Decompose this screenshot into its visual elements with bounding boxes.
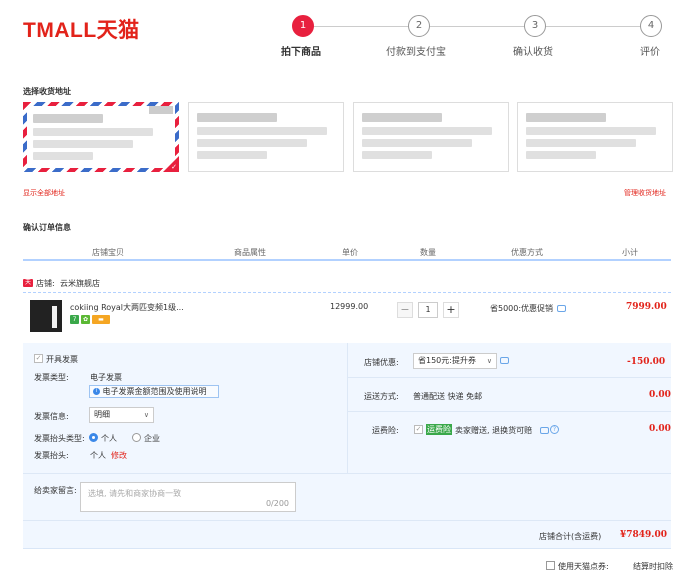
order-section-title: 确认订单信息 <box>23 223 71 232</box>
message-counter: 0/200 <box>265 499 289 508</box>
open-invoice-label: 开具发票 <box>46 355 78 364</box>
address-card[interactable] <box>188 102 344 172</box>
message-label: 给卖家留言: <box>34 486 77 495</box>
store-total-amount: ¥7849.00 <box>620 530 667 540</box>
use-points-checkbox[interactable] <box>546 561 555 570</box>
shipping-amount: 0.00 <box>649 390 671 400</box>
invoice-title-type-label: 发票抬头类型: <box>34 434 85 443</box>
panel-hline <box>348 377 671 378</box>
invoice-info-value: 明细 <box>94 410 110 419</box>
store-divider <box>23 292 671 293</box>
product-subtotal: 7999.00 <box>626 302 667 312</box>
open-invoice-checkbox[interactable]: ✓ <box>34 354 43 363</box>
store-name-link[interactable]: 云米旗舰店 <box>60 278 100 289</box>
credit-card-icon: ▬ <box>92 315 110 324</box>
message-placeholder: 选填, 请先和商家协商一致 <box>88 489 182 498</box>
insurance-chat-icon[interactable] <box>540 427 549 434</box>
radio-company[interactable] <box>132 433 141 442</box>
store-prefix: 店铺: <box>36 279 55 288</box>
invoice-type-value: 电子发票 <box>90 373 122 382</box>
insurance-label: 运费险: <box>372 426 399 435</box>
address-card[interactable] <box>517 102 673 172</box>
table-header-divider <box>23 259 671 261</box>
product-name-link[interactable]: cokiing Royal大两匹变频1级... <box>70 302 184 313</box>
panel-divider <box>347 343 348 473</box>
default-address-tag <box>149 106 173 114</box>
insurance-checkbox[interactable]: ✓ <box>414 425 423 434</box>
address-section-title: 选择收货地址 <box>23 87 71 96</box>
column-header: 店铺宝贝 <box>92 248 124 257</box>
radio-personal[interactable] <box>89 433 98 442</box>
insurance-text: 卖家赠送, 退换货可赔 <box>455 426 533 435</box>
insurance-amount: 0.00 <box>649 424 671 434</box>
show-all-addresses-link[interactable]: 显示全部地址 <box>23 188 65 198</box>
shipping-value: 普通配送 快递 免邮 <box>413 392 483 401</box>
help-icon[interactable]: ? <box>550 425 559 434</box>
column-header: 单价 <box>342 248 358 257</box>
product-thumbnail[interactable] <box>30 300 62 332</box>
quantity-decrease-button[interactable]: − <box>397 302 413 318</box>
store-discount-amount: -150.00 <box>627 357 666 367</box>
step-1-circle: 1 <box>292 15 314 37</box>
discount-info-icon[interactable] <box>557 305 566 312</box>
address-card-selected[interactable]: ✓ <box>23 102 179 172</box>
seven-day-return-icon: 7 <box>70 315 79 324</box>
guarantee-icon: ✿ <box>81 315 90 324</box>
use-points-label: 使用天猫点券: <box>558 562 609 571</box>
tmall-logo[interactable]: TMALL天猫 <box>23 14 140 44</box>
check-icon: ✓ <box>171 163 177 171</box>
quantity-increase-button[interactable]: + <box>443 302 459 318</box>
radio-company-label: 企业 <box>144 434 160 443</box>
invoice-type-label: 发票类型: <box>34 373 69 382</box>
column-header: 优惠方式 <box>511 248 543 257</box>
product-discount: 省5000:优惠促销 <box>490 304 554 313</box>
store-discount-value: 省150元:提升券 <box>418 356 476 365</box>
quantity-input[interactable]: 1 <box>418 302 438 318</box>
column-header: 商品属性 <box>234 248 266 257</box>
step-2-label: 付款到支付宝 <box>386 47 446 58</box>
step-4-circle: 4 <box>640 15 662 37</box>
points-note: 结算时扣除 <box>633 562 673 571</box>
shipping-label: 运送方式: <box>364 392 399 401</box>
insurance-badge: 运费险 <box>426 424 452 435</box>
step-2-circle: 2 <box>408 15 430 37</box>
invoice-notice-text: 电子发票金额范围及使用说明 <box>102 387 207 396</box>
invoice-info-select[interactable]: 明细 ∨ <box>89 407 154 423</box>
store-discount-label: 店铺优惠: <box>364 358 399 367</box>
store-total-label: 店铺合计(含运费) <box>539 532 602 541</box>
manage-addresses-link[interactable]: 管理收货地址 <box>624 188 666 198</box>
column-header: 数量 <box>420 248 436 257</box>
invoice-info-label: 发票信息: <box>34 412 69 421</box>
modify-invoice-link[interactable]: 修改 <box>111 450 127 461</box>
column-header: 小计 <box>622 248 638 257</box>
message-textarea[interactable]: 选填, 请先和商家协商一致 0/200 <box>80 482 296 512</box>
discount-chat-icon[interactable] <box>500 357 509 364</box>
panel-hline <box>23 473 671 474</box>
radio-personal-label: 个人 <box>101 434 117 443</box>
step-3-label: 确认收货 <box>513 47 553 58</box>
chevron-down-icon: ∨ <box>486 357 492 365</box>
info-icon: i <box>93 388 100 395</box>
invoice-title-value: 个人 <box>90 451 106 460</box>
chevron-down-icon: ∨ <box>143 411 149 419</box>
panel-hline <box>348 411 671 412</box>
unit-price: 12999.00 <box>330 302 369 311</box>
invoice-title-label: 发票抬头: <box>34 451 69 460</box>
tmall-store-icon: 天 <box>23 279 33 287</box>
panel-hline <box>23 520 671 521</box>
step-4-label: 评价 <box>640 47 660 58</box>
address-card[interactable] <box>353 102 509 172</box>
progress-line <box>303 26 651 27</box>
invoice-notice-box[interactable]: i 电子发票金额范围及使用说明 <box>89 385 219 398</box>
store-discount-select[interactable]: 省150元:提升券 ∨ <box>413 353 497 369</box>
step-1-label: 拍下商品 <box>281 47 321 58</box>
step-3-circle: 3 <box>524 15 546 37</box>
